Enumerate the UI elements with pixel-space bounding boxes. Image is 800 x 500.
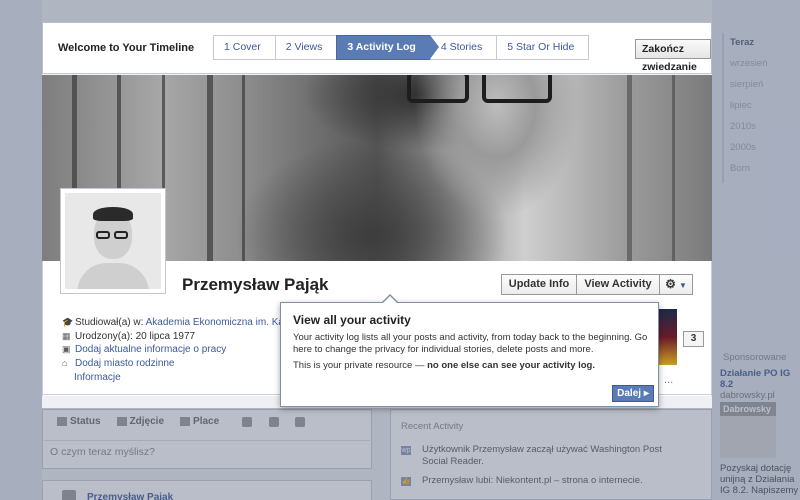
update-info-button[interactable]: Update Info — [501, 274, 577, 295]
dim-overlay — [0, 22, 42, 500]
calendar-icon: ▦ — [62, 330, 71, 341]
education-link[interactable]: Akademia Ekonomiczna im. Karo — [146, 317, 293, 328]
profile-info-list: 🎓 Studiował(a) w: Akademia Ekonomiczna i… — [62, 316, 293, 370]
info-birthday: ▦ Urodzony(a): 20 lipca 1977 — [62, 330, 293, 344]
private-note-text: This is your private resource — — [293, 360, 428, 371]
info-work: ▣ Dodaj aktualne informacje o pracy — [62, 343, 293, 357]
tour-step-star-or-hide[interactable]: 5 Star Or Hide — [496, 35, 590, 60]
activity-log-popover: View all your activity Your activity log… — [280, 294, 659, 407]
dim-overlay — [42, 408, 712, 500]
education-label: Studiował(a) w: — [75, 317, 146, 328]
gear-icon: ⚙ — [665, 277, 676, 291]
popover-title: View all your activity — [293, 313, 411, 327]
house-icon: ⌂ — [62, 357, 68, 368]
count-dropdown[interactable]: 3 — [683, 331, 704, 347]
dim-overlay — [0, 0, 800, 22]
chevron-down-icon: ▼ — [678, 281, 687, 290]
birthday-text: Urodzony(a): 20 lipca 1977 — [75, 330, 196, 342]
end-tour-button[interactable]: Zakończ zwiedzanie — [635, 39, 711, 73]
tour-step-activity-log[interactable]: 3 Activity Log — [336, 35, 440, 60]
timeline-tour-bar: Welcome to Your Timeline 1 Cover 2 Views… — [42, 22, 712, 74]
graduation-cap-icon: 🎓 — [62, 317, 74, 327]
profile-picture[interactable] — [60, 188, 166, 294]
tour-step-stories[interactable]: 4 Stories — [429, 35, 498, 60]
more-icon[interactable]: ... — [664, 374, 673, 386]
popover-private-note: This is your private resource — no one e… — [293, 360, 646, 371]
add-hometown-link[interactable]: Dodaj miasto rodzinne — [75, 358, 175, 369]
private-note-bold: no one else can see your activity log. — [427, 360, 596, 371]
tour-step-views[interactable]: 2 Views — [274, 35, 338, 60]
settings-menu-button[interactable]: ⚙ ▼ — [659, 274, 693, 295]
next-button[interactable]: Dalej ▸ — [612, 385, 654, 402]
dim-overlay — [712, 22, 800, 500]
profile-name[interactable]: Przemysław Pająk — [182, 275, 328, 295]
info-hometown: ⌂ Dodaj miasto rodzinne — [62, 357, 293, 371]
tour-step-cover[interactable]: 1 Cover — [213, 35, 276, 60]
popover-body: Your activity log lists all your posts a… — [293, 332, 648, 355]
avatar — [65, 193, 161, 289]
view-activity-button[interactable]: View Activity — [576, 274, 660, 295]
tour-title: Welcome to Your Timeline — [58, 42, 195, 54]
tour-steps: 1 Cover 2 Views 3 Activity Log 4 Stories… — [213, 35, 590, 60]
info-education: 🎓 Studiował(a) w: Akademia Ekonomiczna i… — [62, 316, 293, 330]
briefcase-icon: ▣ — [62, 344, 71, 354]
add-work-link[interactable]: Dodaj aktualne informacje o pracy — [75, 344, 226, 355]
tab-informacje[interactable]: Informacje — [74, 372, 121, 383]
